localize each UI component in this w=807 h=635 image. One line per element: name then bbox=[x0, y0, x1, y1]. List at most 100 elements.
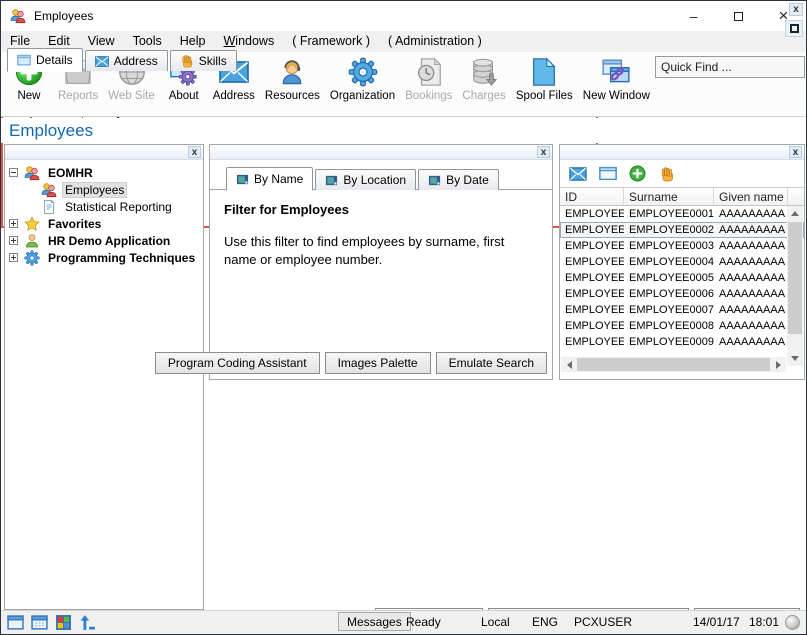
sort-ascending-icon[interactable] bbox=[79, 614, 96, 631]
toolbar-spoolfiles-button[interactable]: Spool Files bbox=[511, 56, 578, 102]
filter-tabbar: By Name By Location By Date bbox=[210, 160, 552, 190]
tree-item-favorites[interactable]: Favorites bbox=[5, 215, 203, 232]
tree-item-eomhr[interactable]: EOMHR bbox=[5, 164, 203, 181]
filter-content: Filter for Employees Use this filter to … bbox=[210, 190, 552, 269]
app-window: Employees – × File Edit View Tools Help … bbox=[0, 0, 807, 635]
tree-panel-close-button[interactable]: x bbox=[188, 146, 201, 158]
tree-item-hr-demo-application[interactable]: HR Demo Application bbox=[5, 232, 203, 249]
toolbar-spoolfiles-label: Spool Files bbox=[516, 90, 573, 102]
tab-label: Address bbox=[114, 54, 158, 68]
window-icon[interactable] bbox=[599, 166, 617, 182]
cell-id: EMPLOYEE... bbox=[560, 272, 624, 284]
scroll-up-button[interactable] bbox=[787, 206, 803, 221]
filter-panel-close-button[interactable]: x bbox=[537, 146, 550, 158]
messages-button[interactable]: Messages bbox=[338, 612, 411, 631]
table-row[interactable]: EMPLOYEE...EMPLOYEE0006AAAAAAAAA bbox=[560, 286, 804, 302]
table-row[interactable]: EMPLOYEE...EMPLOYEE0008AAAAAAAAA bbox=[560, 318, 804, 334]
expand-expander-icon[interactable] bbox=[9, 219, 18, 228]
status-icons bbox=[7, 614, 96, 631]
scroll-right-button[interactable] bbox=[770, 357, 786, 372]
toolbar-organization-label: Organization bbox=[330, 90, 395, 102]
cell-given-name: AAAAAAAAA bbox=[714, 304, 788, 316]
scroll-down-button[interactable] bbox=[787, 351, 803, 366]
arrow-right-icon bbox=[776, 361, 781, 369]
images-palette-button[interactable]: Images Palette bbox=[325, 352, 431, 374]
window-bar-icon[interactable] bbox=[7, 614, 24, 631]
toolbar-newwindow-button[interactable]: New Window bbox=[578, 56, 655, 102]
menu-framework[interactable]: ( Framework ) bbox=[283, 31, 379, 52]
column-header-id[interactable]: ID bbox=[560, 188, 624, 205]
toolbar-bookings-button: Bookings bbox=[400, 56, 457, 102]
vertical-scroll-thumb[interactable] bbox=[788, 222, 802, 334]
toolbar-organization-button[interactable]: Organization bbox=[325, 56, 400, 102]
filter-buttons: Program Coding Assistant Images Palette … bbox=[155, 352, 547, 374]
details-panel-maximize-button[interactable] bbox=[785, 20, 803, 37]
details-panel-close-button[interactable]: x bbox=[789, 3, 803, 16]
status-language: ENG bbox=[532, 615, 558, 629]
quick-find-input[interactable] bbox=[655, 56, 805, 78]
envelope-icon[interactable] bbox=[569, 166, 587, 182]
menu-administration[interactable]: ( Administration ) bbox=[379, 31, 491, 52]
document-icon bbox=[41, 199, 57, 215]
navigation-tree: EOMHR Employees Statistical Reporting Fa… bbox=[5, 160, 203, 266]
status-time: 18:01 bbox=[749, 615, 779, 629]
vertical-scrollbar[interactable] bbox=[787, 206, 803, 366]
emulate-search-button[interactable]: Emulate Search bbox=[436, 352, 547, 374]
table-row[interactable]: EMPLOYEE...EMPLOYEE0003AAAAAAAAA bbox=[560, 238, 804, 254]
tab-label: Skills bbox=[199, 54, 227, 68]
new-window-icon bbox=[600, 56, 632, 88]
envelope-icon bbox=[95, 56, 109, 67]
hand-icon[interactable] bbox=[659, 166, 677, 182]
cell-id: EMPLOYEE... bbox=[560, 304, 624, 316]
tree-item-programming-techniques[interactable]: Programming Techniques bbox=[5, 249, 203, 266]
collapse-expander-icon[interactable] bbox=[9, 168, 18, 177]
menu-view[interactable]: View bbox=[79, 31, 124, 52]
tab-by-name[interactable]: By Name bbox=[226, 167, 313, 191]
menu-windows[interactable]: Windows bbox=[214, 31, 283, 52]
tab-address[interactable]: Address bbox=[85, 50, 168, 71]
color-grid-icon[interactable] bbox=[55, 614, 72, 631]
column-header-given-name[interactable]: Given name bbox=[714, 188, 788, 205]
cell-surname: EMPLOYEE0008 bbox=[624, 320, 714, 332]
toolbar-bookings-label: Bookings bbox=[405, 90, 452, 102]
horizontal-scrollbar[interactable] bbox=[561, 357, 786, 372]
toolbar-resources-button[interactable]: Resources bbox=[260, 56, 325, 102]
table-row[interactable]: EMPLOYEE...EMPLOYEE0002AAAAAAAAA bbox=[560, 222, 804, 238]
table-row[interactable]: EMPLOYEE...EMPLOYEE0001AAAAAAAAA bbox=[560, 206, 804, 222]
maximize-button[interactable] bbox=[716, 1, 761, 31]
grid-rows: EMPLOYEE...EMPLOYEE0001AAAAAAAAA EMPLOYE… bbox=[560, 206, 804, 350]
tree-item-label: Employees bbox=[62, 182, 127, 198]
expand-expander-icon[interactable] bbox=[9, 236, 18, 245]
tree-item-employees[interactable]: Employees bbox=[5, 181, 203, 198]
program-coding-assistant-button[interactable]: Program Coding Assistant bbox=[155, 352, 320, 374]
column-header-surname[interactable]: Surname bbox=[624, 188, 714, 205]
tree-item-label: Statistical Reporting bbox=[62, 199, 175, 215]
tab-label: Details bbox=[36, 53, 73, 67]
cell-id: EMPLOYEE... bbox=[560, 240, 624, 252]
tab-skills[interactable]: Skills bbox=[170, 50, 237, 71]
minimize-button[interactable]: – bbox=[671, 1, 716, 31]
tree-item-statistical-reporting[interactable]: Statistical Reporting bbox=[5, 198, 203, 215]
tab-by-date[interactable]: By Date bbox=[418, 169, 499, 190]
tab-details[interactable]: Details bbox=[7, 48, 83, 72]
list-panel-close-button[interactable]: x bbox=[789, 146, 802, 158]
tree-panel-header: x bbox=[5, 145, 203, 160]
add-icon[interactable] bbox=[629, 166, 647, 182]
expand-expander-icon[interactable] bbox=[9, 253, 18, 262]
table-row[interactable]: EMPLOYEE...EMPLOYEE0007AAAAAAAAA bbox=[560, 302, 804, 318]
table-row[interactable]: EMPLOYEE...EMPLOYEE0009AAAAAAAAA bbox=[560, 334, 804, 350]
arrow-left-icon bbox=[567, 361, 572, 369]
toolbar-reports-label: Reports bbox=[58, 90, 98, 102]
horizontal-scroll-thumb[interactable] bbox=[577, 358, 770, 371]
filter-panel-header: x bbox=[210, 145, 552, 160]
tab-label: By Location bbox=[343, 173, 406, 187]
tab-by-location[interactable]: By Location bbox=[315, 169, 416, 190]
table-row[interactable]: EMPLOYEE...EMPLOYEE0005AAAAAAAAA bbox=[560, 270, 804, 286]
menu-tools[interactable]: Tools bbox=[124, 31, 171, 52]
window-grid-icon[interactable] bbox=[31, 614, 48, 631]
window-tab-icon bbox=[236, 173, 249, 186]
table-row[interactable]: EMPLOYEE...EMPLOYEE0004AAAAAAAAA bbox=[560, 254, 804, 270]
menu-help[interactable]: Help bbox=[171, 31, 215, 52]
menu-bar: File Edit View Tools Help Windows ( Fram… bbox=[1, 31, 806, 52]
scroll-left-button[interactable] bbox=[561, 357, 577, 372]
